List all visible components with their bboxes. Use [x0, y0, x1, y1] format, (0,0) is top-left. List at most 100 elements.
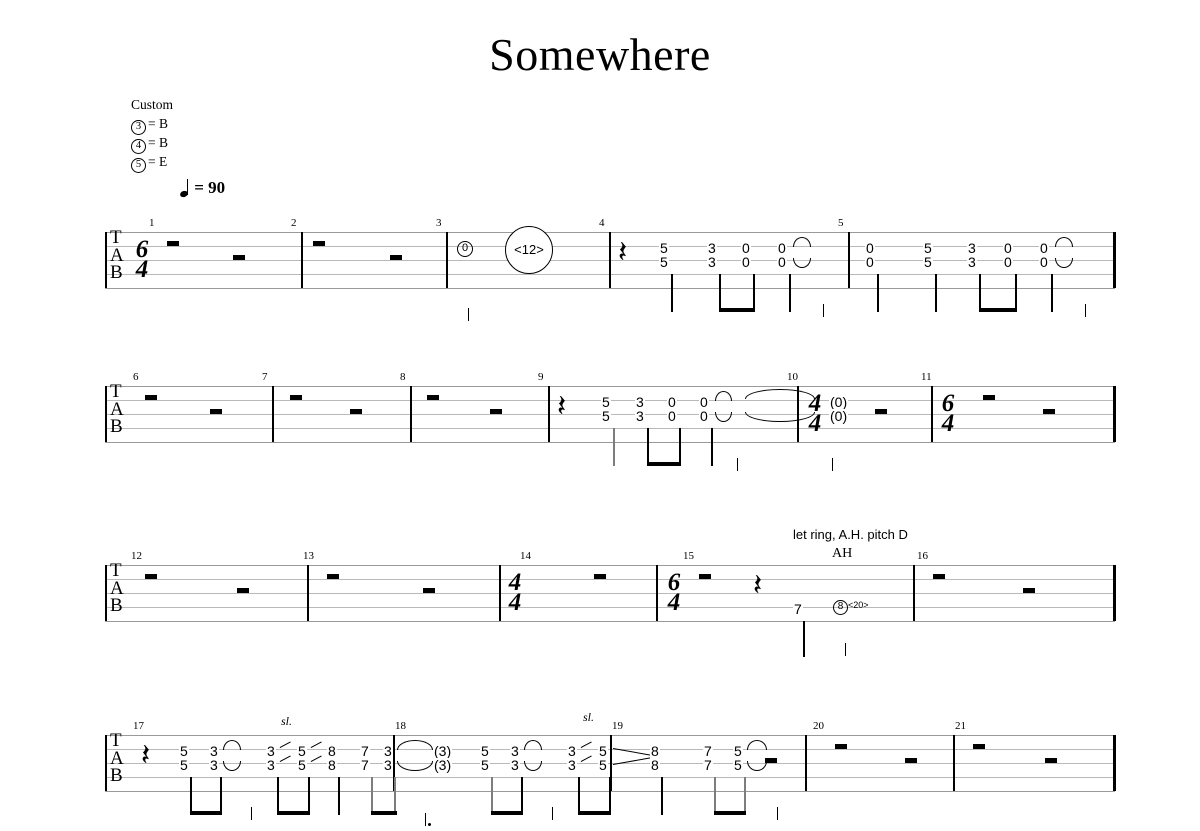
slide-icon	[581, 757, 592, 764]
slide-icon	[581, 743, 592, 750]
artificial-harmonic-text: AH	[832, 546, 853, 561]
fret-number: 5	[733, 743, 743, 759]
tie	[715, 412, 732, 422]
fret-number: 3	[567, 757, 577, 773]
fret-number: 5	[480, 757, 490, 773]
measure-number: 9	[538, 371, 544, 383]
tie	[793, 258, 811, 268]
tab-clef-1: T A B	[110, 227, 124, 283]
time-signature-6-4: 6 4	[135, 236, 149, 283]
half-rest	[983, 395, 995, 400]
slide-line	[612, 757, 651, 766]
tie	[715, 391, 732, 401]
measure-number: 13	[303, 550, 314, 562]
fret-number: 0	[1003, 240, 1013, 256]
fret-number: 3	[707, 240, 717, 256]
half-rest	[933, 574, 945, 579]
barline	[410, 386, 412, 442]
tie	[793, 237, 811, 247]
measure-number: 2	[291, 217, 297, 229]
fret-number: 3	[967, 254, 977, 270]
slide-icon	[311, 757, 322, 764]
quarter-rest	[557, 392, 566, 422]
string-pitch-3: = B	[148, 116, 168, 131]
quarter-rest	[618, 238, 627, 268]
measure-number: 17	[133, 720, 144, 732]
half-rest	[875, 409, 887, 414]
tab-staff-3: T A B 12 13 14 15 16 4 4 6 4 𝄽 7 8 <20>	[105, 550, 1116, 657]
beat-tick	[737, 458, 739, 471]
let-ring-text: let ring, A.H. pitch D	[793, 527, 908, 542]
tab-staff-1: T A B 6 4 1 2 3 4 5 0 <12> 5 5	[105, 217, 1116, 321]
slide-icon	[280, 757, 291, 764]
fret-number: 5	[659, 240, 669, 256]
fret-number: 0	[865, 240, 875, 256]
beam	[719, 308, 755, 312]
half-rest	[313, 241, 325, 246]
quarter-rest	[141, 741, 150, 771]
fret-number: 3	[635, 394, 645, 410]
tab-staff-4: T A B 17 18 19 20 21 5 5 3 3 3 3 5 5	[105, 720, 1116, 826]
slide-text-1: sl.	[281, 714, 293, 728]
fret-number: 7	[360, 743, 370, 759]
fret-number: 3	[209, 743, 219, 759]
fret-number: 3	[266, 743, 276, 759]
quarter-note-icon	[179, 179, 190, 199]
tie	[223, 740, 241, 750]
beat-tick	[552, 807, 554, 820]
fret-number: 0	[865, 254, 875, 270]
beam	[491, 811, 523, 815]
fret-number: 7	[703, 743, 713, 759]
fret-number: 0	[1039, 240, 1049, 256]
fret-number: 0	[667, 408, 677, 424]
fret-number: 8	[327, 743, 337, 759]
fret-number: 3	[383, 757, 393, 773]
fret-number: 0	[1003, 254, 1013, 270]
beam	[714, 811, 746, 815]
measure-number: 16	[917, 550, 928, 562]
string-pitch-4: = B	[148, 135, 168, 150]
tab-clef-4: T A B	[110, 730, 124, 786]
measure-number: 3	[436, 217, 442, 229]
half-rest	[390, 255, 402, 260]
fret-number: 5	[923, 240, 933, 256]
tie	[747, 740, 767, 750]
barline	[307, 565, 309, 621]
measure-number: 20	[813, 720, 824, 732]
tab-clef-2: T A B	[110, 381, 124, 437]
harmonic-0-icon: 0	[457, 241, 473, 257]
measure-number: 10	[787, 371, 798, 383]
half-rest	[237, 588, 249, 593]
barline	[931, 386, 933, 442]
fret-number: 7	[703, 757, 713, 773]
fret-number: 8	[327, 757, 337, 773]
measure-number: 11	[921, 371, 932, 383]
fret-number: 5	[598, 757, 608, 773]
half-rest	[765, 758, 777, 763]
measure-number: 8	[400, 371, 406, 383]
half-rest	[233, 255, 245, 260]
fret-number: 3	[635, 408, 645, 424]
fret-number: 0	[1039, 254, 1049, 270]
tuning-string-4: 4 = B	[131, 133, 173, 154]
measure-number: 7	[262, 371, 268, 383]
harmonic-12-icon: <12>	[505, 226, 553, 274]
beat-tick	[251, 807, 253, 820]
fret-number: 5	[659, 254, 669, 270]
fret-number: (3)	[433, 743, 453, 759]
measure-number: 5	[838, 217, 844, 229]
barline	[609, 232, 611, 288]
beat-tick	[832, 458, 834, 471]
fret-number: 5	[598, 743, 608, 759]
fret-number: 3	[707, 254, 717, 270]
fret-number: 0	[777, 240, 787, 256]
measure-number: 21	[955, 720, 966, 732]
time-signature-6-4: 6 4	[941, 390, 955, 437]
half-rest	[350, 409, 362, 414]
beat-tick	[1085, 304, 1087, 317]
fret-number: 0	[741, 254, 751, 270]
measure-number: 14	[520, 550, 531, 562]
fret-number: (3)	[433, 757, 453, 773]
beat-tick	[777, 807, 779, 820]
fret-number: 5	[601, 394, 611, 410]
